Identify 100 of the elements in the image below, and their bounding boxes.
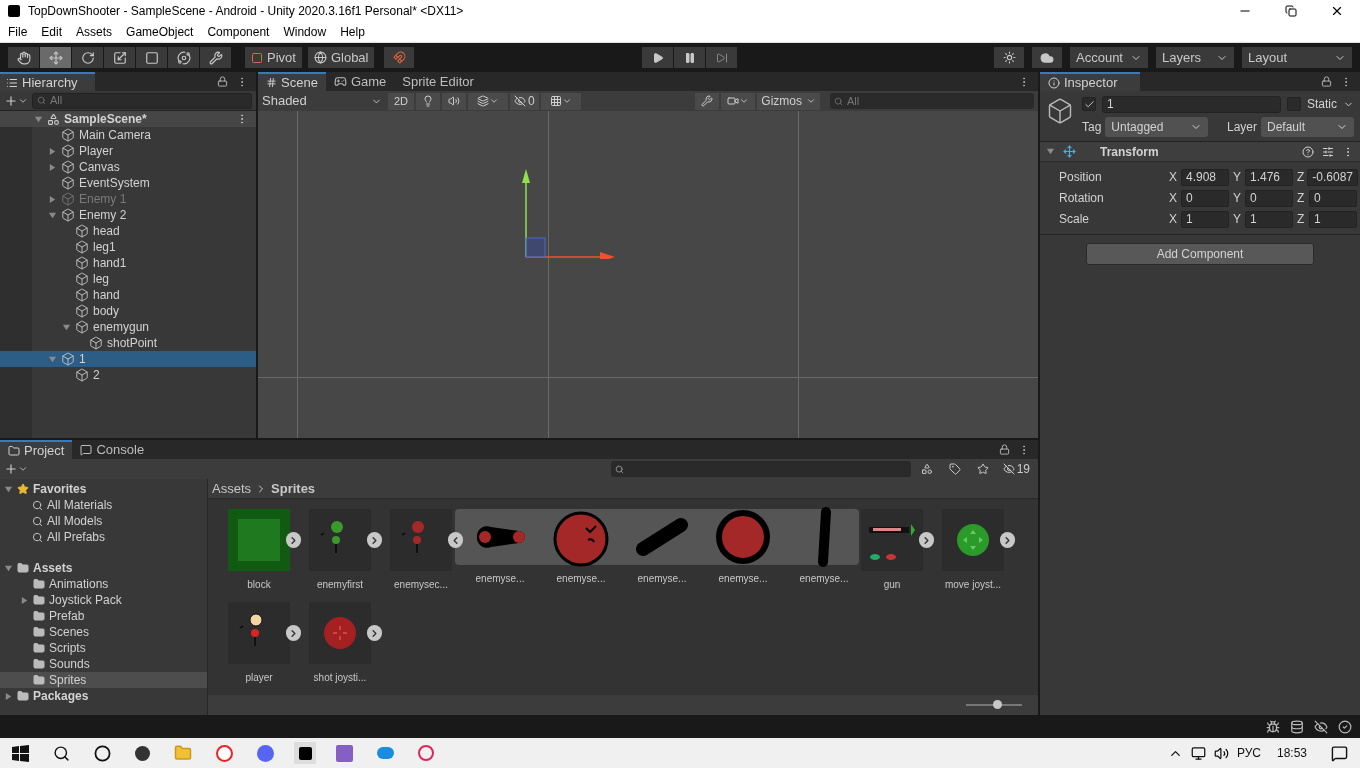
search-icon[interactable]	[53, 744, 70, 762]
add-button[interactable]	[4, 93, 28, 108]
menu-item[interactable]: Help	[340, 23, 365, 41]
hierarchy-item[interactable]: leg1	[0, 239, 256, 255]
language-indicator[interactable]: РУС	[1236, 744, 1261, 762]
folder-item[interactable]: Prefab	[0, 608, 207, 624]
play-button[interactable]	[642, 47, 674, 68]
notifications-icon[interactable]	[1331, 744, 1348, 762]
view-tab[interactable]: Scene	[258, 72, 326, 91]
hierarchy-item[interactable]: enemygun	[0, 319, 256, 335]
asset-label[interactable]: enemyse...	[469, 571, 531, 586]
sprite-thumbnail[interactable]	[228, 602, 290, 664]
asset-label[interactable]: enemyse...	[550, 571, 612, 586]
gizmos-dropdown[interactable]: Gizmos	[757, 92, 820, 110]
services-button[interactable]	[994, 47, 1024, 68]
cloud-button[interactable]	[1032, 47, 1062, 68]
expanded-arrow-icon[interactable]	[62, 322, 71, 332]
collapsed-arrow-icon[interactable]	[20, 595, 29, 605]
expand-button[interactable]	[1000, 532, 1015, 548]
number-field[interactable]: 0	[1245, 189, 1293, 207]
hidden-objects-toggle[interactable]: 0	[510, 92, 539, 110]
tool-button[interactable]	[136, 47, 167, 68]
breadcrumb-item[interactable]: Sprites	[271, 478, 316, 499]
hierarchy-item[interactable]: Enemy 2	[0, 207, 256, 223]
layer-dropdown[interactable]: Default	[1261, 117, 1354, 137]
expand-button[interactable]	[919, 532, 934, 548]
panel-tab[interactable]: Console	[72, 440, 153, 459]
asset-label[interactable]: enemyse...	[631, 571, 693, 586]
folder-item[interactable]: Sprites	[0, 672, 207, 688]
network-icon[interactable]	[1190, 745, 1206, 761]
sprite-thumbnail[interactable]	[228, 509, 290, 571]
hierarchy-tab[interactable]: Hierarchy	[0, 72, 95, 91]
tree-label[interactable]: Favorites	[33, 480, 87, 498]
grid-dropdown[interactable]	[540, 92, 581, 110]
tool-button[interactable]	[8, 47, 39, 68]
tools-button[interactable]	[695, 92, 720, 110]
2d-toggle[interactable]: 2D	[388, 92, 415, 110]
number-field[interactable]: 1	[1309, 210, 1357, 228]
hierarchy-item[interactable]: Main Camera	[0, 127, 256, 143]
number-field[interactable]: 1.476	[1245, 168, 1293, 186]
tool-button[interactable]	[72, 47, 103, 68]
component-header[interactable]: Transform	[1040, 142, 1360, 162]
sprite-thumbnail[interactable]	[861, 509, 923, 571]
folder-item[interactable]: Sounds	[0, 656, 207, 672]
expand-button[interactable]	[367, 532, 382, 548]
create-button[interactable]	[4, 462, 28, 476]
lighting-toggle[interactable]	[416, 92, 441, 110]
collapsed-arrow-icon[interactable]	[48, 146, 57, 156]
menu-item[interactable]: Component	[207, 23, 270, 41]
expanded-arrow-icon[interactable]	[4, 563, 13, 573]
number-field[interactable]: 0	[1309, 189, 1357, 207]
snap-button[interactable]	[384, 47, 415, 68]
number-field[interactable]: 4.908	[1181, 168, 1229, 186]
tool-button[interactable]	[168, 47, 199, 68]
expand-button[interactable]	[286, 532, 301, 548]
add-component-button[interactable]: Add Component	[1086, 243, 1314, 265]
folder-item[interactable]: Scenes	[0, 624, 207, 640]
hierarchy-item[interactable]: EventSystem	[0, 175, 256, 191]
audio-toggle[interactable]	[442, 92, 467, 110]
asset-label[interactable]: enemysec...	[394, 577, 448, 592]
menu-item[interactable]: Window	[283, 23, 327, 41]
inspector-tab[interactable]: Inspector	[1040, 72, 1140, 91]
folder-item[interactable]: Scripts	[0, 640, 207, 656]
name-field[interactable]: 1	[1102, 95, 1281, 113]
slider-thumb[interactable]	[993, 700, 1003, 709]
number-field[interactable]: 1	[1245, 210, 1293, 228]
asset-label[interactable]: shot joysti...	[313, 670, 367, 685]
expand-button[interactable]	[367, 625, 382, 641]
volume-icon[interactable]	[1213, 745, 1229, 761]
tool-button[interactable]	[40, 47, 71, 68]
tree-label[interactable]: All Materials	[47, 496, 113, 514]
hidden-packages-toggle[interactable]: 19	[998, 460, 1034, 478]
asset-label[interactable]: enemyse...	[712, 571, 774, 586]
menu-item[interactable]: Assets	[76, 23, 113, 41]
tree-label[interactable]: Packages	[33, 687, 89, 705]
folder-item[interactable]: Joystick Pack	[0, 592, 207, 608]
menu-item[interactable]: File	[8, 23, 28, 41]
tree-label[interactable]: Assets	[33, 559, 73, 577]
tree-label[interactable]: All Models	[47, 512, 103, 530]
hierarchy-item[interactable]: head	[0, 223, 256, 239]
tool-button[interactable]	[200, 47, 231, 68]
collapsed-arrow-icon[interactable]	[48, 162, 57, 172]
expanded-arrow-icon[interactable]	[34, 114, 43, 124]
asset-label[interactable]: gun	[883, 577, 901, 592]
sprite-thumbnail[interactable]	[942, 509, 1004, 571]
clock[interactable]: 18:53	[1276, 744, 1307, 762]
tag-dropdown[interactable]: Untagged	[1105, 117, 1209, 137]
number-field[interactable]: 0	[1181, 189, 1229, 207]
hierarchy-item[interactable]: 2	[0, 367, 256, 383]
number-field[interactable]: 1	[1181, 210, 1229, 228]
expanded-arrow-icon[interactable]	[48, 210, 57, 220]
asset-label[interactable]: enemyse...	[793, 571, 855, 586]
active-checkbox[interactable]	[1082, 97, 1096, 111]
task-view-icon[interactable]	[94, 744, 111, 762]
hierarchy-item[interactable]: shotPoint	[0, 335, 256, 351]
asset-label[interactable]: player	[245, 670, 273, 685]
panel-tab[interactable]: Project	[0, 440, 73, 459]
breadcrumb-item[interactable]: Assets	[212, 478, 251, 499]
pause-button[interactable]	[674, 47, 706, 68]
folder-item[interactable]: Animations	[0, 576, 207, 592]
